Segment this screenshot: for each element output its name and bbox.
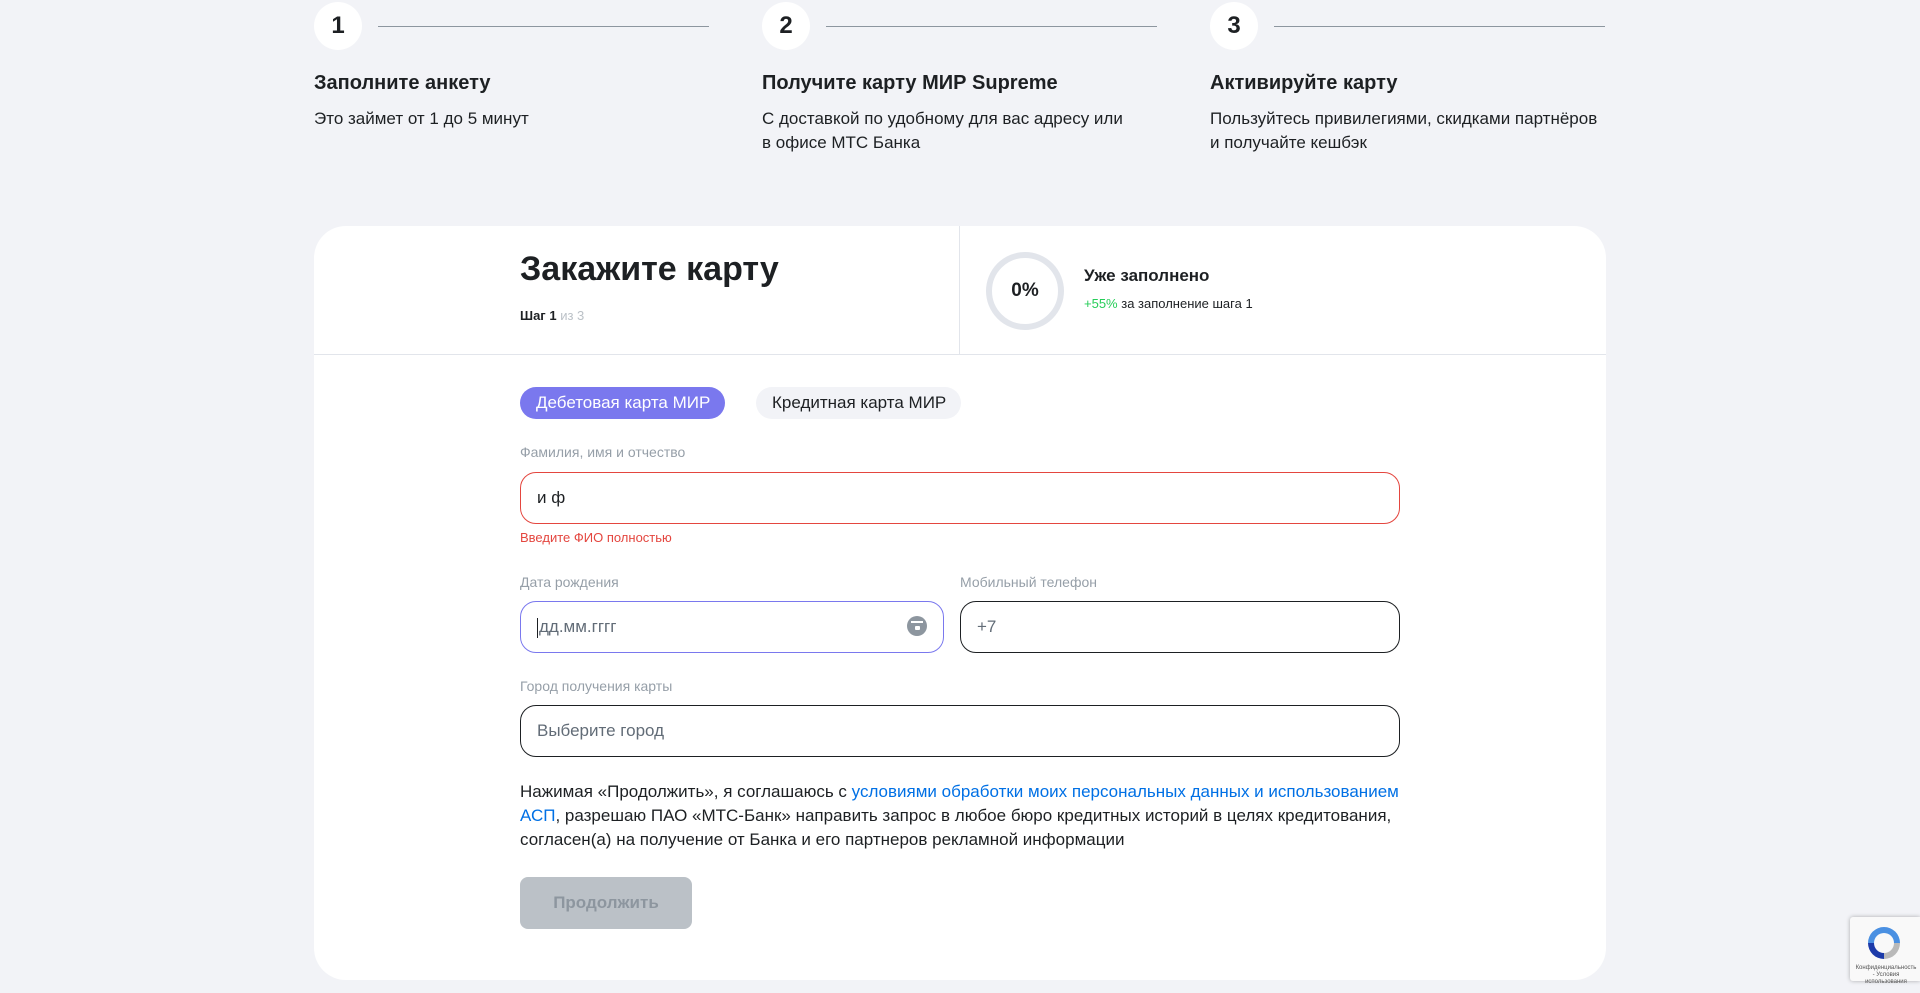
phone-label: Мобильный телефон bbox=[960, 574, 1097, 590]
step-divider bbox=[378, 26, 709, 27]
step-title: Заполните анкету bbox=[314, 72, 491, 94]
birthdate-label: Дата рождения bbox=[520, 574, 619, 590]
consent-text: Нажимая «Продолжить», я соглашаюсь с усл… bbox=[520, 780, 1400, 852]
step-total: из 3 bbox=[560, 308, 585, 323]
phone-input[interactable]: +7 bbox=[960, 601, 1400, 653]
step-divider bbox=[1274, 26, 1605, 27]
step-description: Пользуйтесь привилегиями, скидками партн… bbox=[1210, 109, 1598, 152]
tab-debit-card[interactable]: Дебетовая карта МИР bbox=[520, 387, 725, 419]
progress-bonus: +55% bbox=[1084, 296, 1118, 311]
birthdate-input[interactable]: дд.мм.гггг bbox=[520, 601, 944, 653]
phone-value: +7 bbox=[977, 617, 997, 636]
recaptcha-icon bbox=[1868, 927, 1900, 959]
step-title: Активируйте карту bbox=[1210, 72, 1398, 94]
step-current: Шаг 1 bbox=[520, 308, 557, 323]
continue-button[interactable]: Продолжить bbox=[520, 877, 692, 929]
step-number: 1 bbox=[314, 2, 362, 50]
consent-before: Нажимая «Продолжить», я соглашаюсь с bbox=[520, 782, 852, 801]
step-description: Это займет от 1 до 5 минут bbox=[314, 109, 529, 128]
fio-error: Введите ФИО полностью bbox=[520, 530, 672, 545]
city-select[interactable]: Выберите город bbox=[520, 705, 1400, 757]
progress-title: Уже заполнено bbox=[1084, 266, 1210, 285]
calendar-icon[interactable] bbox=[907, 616, 927, 636]
steps-section: 1 Заполните анкету Это займет от 1 до 5 … bbox=[314, 0, 1606, 160]
fio-label: Фамилия, имя и отчество bbox=[520, 444, 686, 460]
city-label: Город получения карты bbox=[520, 678, 673, 694]
recaptcha-links: Конфиденциальность - Условия использован… bbox=[1855, 965, 1917, 985]
fio-input[interactable]: и ф bbox=[520, 472, 1400, 524]
step-number: 3 bbox=[1210, 2, 1258, 50]
tab-credit-card[interactable]: Кредитная карта МИР bbox=[756, 387, 961, 419]
form-title: Закажите карту bbox=[520, 250, 779, 288]
step-number: 2 bbox=[762, 2, 810, 50]
form-header: Закажите карту Шаг 1 из 3 0% Уже заполне… bbox=[314, 226, 1606, 355]
header-divider bbox=[959, 226, 960, 355]
recaptcha-badge[interactable]: Конфиденциальность - Условия использован… bbox=[1850, 917, 1920, 985]
consent-after: , разрешаю ПАО «МТС-Банк» направить запр… bbox=[520, 806, 1392, 849]
progress-subtitle: +55% за заполнение шага 1 bbox=[1084, 296, 1253, 311]
step-counter: Шаг 1 из 3 bbox=[520, 308, 584, 323]
text-caret bbox=[537, 617, 538, 638]
progress-bonus-text: за заполнение шага 1 bbox=[1121, 296, 1253, 311]
order-card-form: Закажите карту Шаг 1 из 3 0% Уже заполне… bbox=[314, 226, 1606, 980]
progress-percent: 0% bbox=[1011, 280, 1039, 301]
step-description: С доставкой по удобному для вас адресу и… bbox=[762, 109, 1123, 152]
fio-value: и ф bbox=[537, 488, 566, 507]
birthdate-placeholder: дд.мм.гггг bbox=[539, 617, 617, 636]
step-title: Получите карту МИР Supreme bbox=[762, 72, 1058, 94]
step-divider bbox=[826, 26, 1157, 27]
city-placeholder: Выберите город bbox=[537, 721, 665, 740]
